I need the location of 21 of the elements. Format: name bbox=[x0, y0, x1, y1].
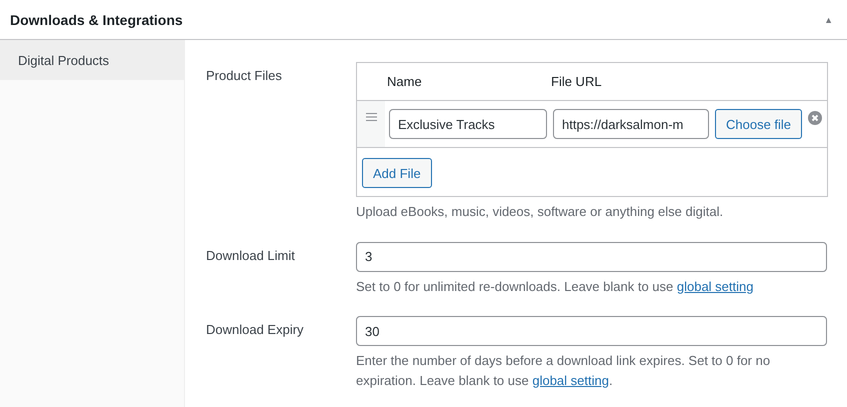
field-label: Download Expiry bbox=[206, 321, 305, 339]
file-url-input[interactable]: https://darksalmon-m bbox=[553, 109, 709, 139]
help-text: Set to 0 for unlimited re-downloads. Leave blank to use global setting bbox=[356, 278, 754, 296]
add-file-button[interactable]: Add File bbox=[362, 158, 432, 188]
remove-icon[interactable] bbox=[808, 111, 822, 125]
file-name-input[interactable]: Exclusive Tracks bbox=[389, 109, 547, 139]
drag-handle-icon[interactable] bbox=[366, 113, 376, 121]
help-text: Enter the number of days before a download link expires. Set to 0 for no expiration. Leave blank to use global setting. bbox=[356, 352, 772, 390]
number-input[interactable]: 3 bbox=[356, 242, 827, 272]
sidebar-tab[interactable]: Digital Products bbox=[0, 40, 184, 80]
global-setting-link[interactable]: global setting bbox=[676, 278, 754, 294]
column-header: Name bbox=[387, 74, 423, 89]
collapse-button[interactable]: ▲ bbox=[820, 14, 837, 24]
global-setting-link[interactable]: global setting bbox=[532, 372, 609, 388]
help-text: Upload eBooks, music, videos, software or anything else digital. bbox=[356, 203, 724, 221]
column-header: File URL bbox=[551, 74, 603, 89]
panel-title: Downloads & Integrations bbox=[10, 12, 183, 28]
field-label: Product Files bbox=[206, 67, 283, 85]
choose-file-button[interactable]: Choose file bbox=[715, 109, 802, 139]
field-label: Download Limit bbox=[206, 246, 296, 264]
number-input[interactable]: 30 bbox=[356, 316, 827, 346]
